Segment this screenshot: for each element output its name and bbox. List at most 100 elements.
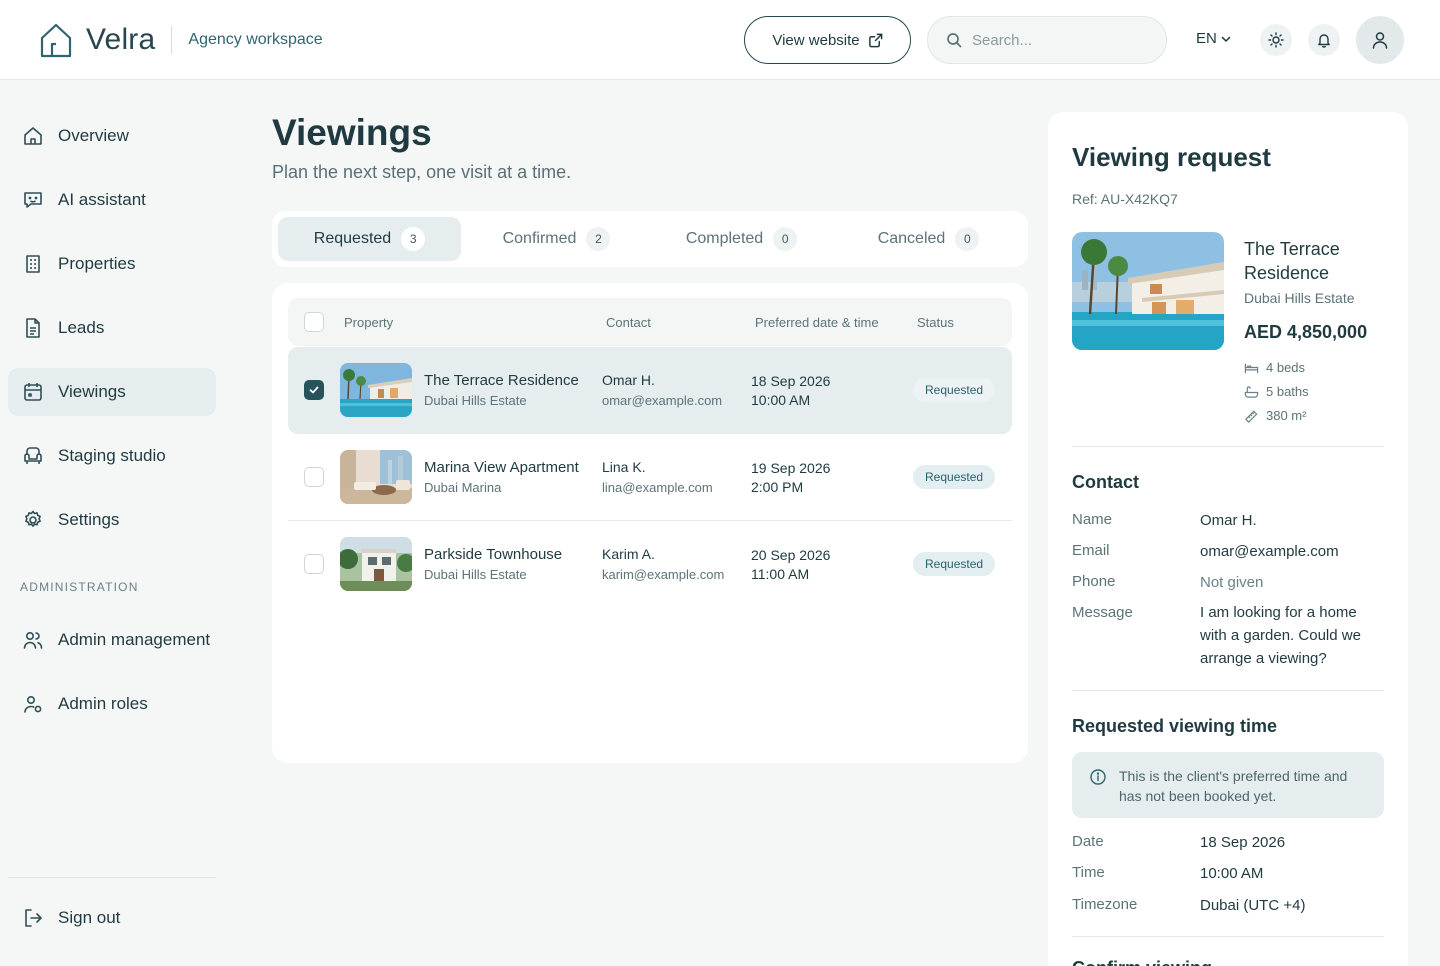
external-link-icon bbox=[868, 33, 882, 47]
user-avatar-button[interactable] bbox=[1356, 16, 1404, 64]
column-header-date[interactable]: Preferred date & time bbox=[755, 315, 879, 330]
gear-icon bbox=[25, 510, 41, 527]
confirm-viewing-heading: Confirm viewing bbox=[1072, 958, 1212, 966]
tab-confirmed[interactable]: Confirmed 2 bbox=[465, 217, 648, 261]
feature-beds: 4 beds bbox=[1244, 360, 1305, 375]
requested-time-heading: Requested viewing time bbox=[1072, 716, 1278, 736]
brand[interactable]: Velra Agency workspace bbox=[38, 22, 323, 58]
column-header-property[interactable]: Property bbox=[344, 315, 393, 330]
time-date-value: 18 Sep 2026 bbox=[1200, 834, 1286, 851]
user-role-icon bbox=[24, 695, 42, 713]
contact-name: Lina K. bbox=[602, 459, 646, 475]
calendar-icon bbox=[24, 383, 42, 401]
home-icon bbox=[24, 127, 42, 145]
property-thumbnail bbox=[340, 363, 412, 417]
time-date-label: Date bbox=[1072, 833, 1104, 850]
contact-email: lina@example.com bbox=[602, 480, 713, 495]
property-name: Marina View Apartment bbox=[424, 459, 579, 476]
tab-count-badge: 0 bbox=[773, 227, 798, 251]
view-website-label: View website bbox=[772, 31, 860, 49]
page-subtitle: Plan the next step, one visit at a time. bbox=[272, 162, 572, 182]
tab-completed[interactable]: Completed 0 bbox=[650, 217, 833, 261]
contact-email-value[interactable]: omar@example.com bbox=[1200, 540, 1384, 563]
status-badge: Requested bbox=[913, 552, 996, 576]
users-icon bbox=[23, 631, 43, 649]
sidebar-item-viewings[interactable]: Viewings bbox=[8, 368, 216, 416]
sidebar-item-label: Admin roles bbox=[58, 694, 148, 713]
panel-divider bbox=[1072, 690, 1384, 691]
bell-icon bbox=[1318, 34, 1330, 48]
column-header-contact[interactable]: Contact bbox=[606, 315, 651, 330]
sidebar-item-staging-studio[interactable]: Staging studio bbox=[8, 432, 216, 480]
panel-divider bbox=[1072, 936, 1384, 937]
sidebar-item-admin-roles[interactable]: Admin roles bbox=[8, 680, 216, 728]
sign-out-icon bbox=[25, 909, 42, 927]
info-note-text: This is the client's preferred time and … bbox=[1119, 768, 1348, 804]
check-icon bbox=[309, 386, 319, 394]
status-tabs: Requested 3 Confirmed 2 Completed 0 Canc… bbox=[272, 211, 1028, 267]
sidebar-item-label: Viewings bbox=[58, 382, 126, 401]
sign-out-label: Sign out bbox=[58, 908, 121, 927]
notifications-button[interactable] bbox=[1308, 24, 1340, 56]
tab-requested[interactable]: Requested 3 bbox=[278, 217, 461, 261]
contact-email: karim@example.com bbox=[602, 567, 725, 582]
tab-canceled[interactable]: Canceled 0 bbox=[837, 217, 1020, 261]
language-label: EN bbox=[1196, 30, 1217, 47]
select-all-checkbox[interactable] bbox=[304, 312, 324, 332]
time-time-value: 10:00 AM bbox=[1200, 865, 1264, 882]
detail-property-location: Dubai Hills Estate bbox=[1244, 290, 1355, 306]
search-input[interactable]: Search... bbox=[927, 16, 1167, 64]
row-checkbox[interactable] bbox=[304, 554, 324, 574]
preferred-date: 19 Sep 2026 bbox=[751, 460, 831, 476]
sidebar-divider bbox=[8, 877, 216, 878]
sidebar: Overview AI assistant Properties Leads V… bbox=[8, 80, 216, 966]
theme-toggle-button[interactable] bbox=[1260, 24, 1292, 56]
detail-price: AED 4,850,000 bbox=[1244, 322, 1368, 342]
info-icon bbox=[1090, 769, 1106, 785]
sidebar-item-label: Properties bbox=[58, 254, 136, 273]
contact-phone-value: Not given bbox=[1200, 574, 1264, 591]
feature-label: 380 m² bbox=[1266, 408, 1307, 423]
property-thumbnail bbox=[340, 537, 412, 591]
preferred-time: 2:00 PM bbox=[751, 479, 804, 495]
row-checkbox[interactable] bbox=[304, 467, 324, 487]
sidebar-item-settings[interactable]: Settings bbox=[8, 496, 216, 544]
tab-count-badge: 0 bbox=[955, 227, 980, 251]
armchair-icon bbox=[24, 447, 42, 464]
sidebar-item-properties[interactable]: Properties bbox=[8, 240, 216, 288]
sidebar-item-label: Admin management bbox=[58, 630, 211, 649]
sign-out-button[interactable]: Sign out bbox=[8, 894, 216, 942]
feature-label: 4 beds bbox=[1266, 360, 1306, 375]
tab-label: Canceled bbox=[877, 230, 946, 247]
search-icon bbox=[947, 33, 962, 48]
table-row[interactable]: Parkside Townhouse Dubai Hills Estate Ka… bbox=[288, 521, 1012, 608]
document-icon bbox=[26, 318, 40, 338]
sidebar-item-leads[interactable]: Leads bbox=[8, 304, 216, 352]
view-website-button[interactable]: View website bbox=[744, 16, 911, 64]
sidebar-item-overview[interactable]: Overview bbox=[8, 112, 216, 160]
status-badge: Requested bbox=[913, 378, 996, 402]
top-bar: Velra Agency workspace View website Sear… bbox=[0, 0, 1440, 80]
feature-baths: 5 baths bbox=[1244, 384, 1309, 399]
contact-name-label: Name bbox=[1072, 511, 1113, 528]
contact-email-label: Email bbox=[1072, 542, 1110, 559]
page-title: Viewings bbox=[272, 112, 432, 153]
sidebar-item-admin-management[interactable]: Admin management bbox=[8, 616, 216, 664]
tab-label: Confirmed bbox=[502, 230, 577, 247]
row-checkbox[interactable] bbox=[304, 380, 324, 400]
column-header-status[interactable]: Status bbox=[917, 315, 954, 330]
sidebar-item-label: Staging studio bbox=[58, 446, 166, 465]
language-selector[interactable]: EN bbox=[1196, 30, 1232, 47]
contact-message-label: Message bbox=[1072, 604, 1133, 621]
ruler-icon bbox=[1245, 410, 1258, 423]
sidebar-item-ai-assistant[interactable]: AI assistant bbox=[8, 176, 216, 224]
table-row[interactable]: The Terrace Residence Dubai Hills Estate… bbox=[288, 347, 1012, 434]
preferred-time: 10:00 AM bbox=[751, 392, 811, 408]
tab-count-badge: 2 bbox=[586, 227, 611, 251]
sidebar-item-label: Settings bbox=[58, 510, 120, 529]
time-timezone-value: Dubai (UTC +4) bbox=[1200, 897, 1306, 914]
chat-bot-icon bbox=[24, 192, 42, 208]
time-time-label: Time bbox=[1072, 864, 1105, 881]
table-row[interactable]: Marina View Apartment Dubai Marina Lina … bbox=[288, 434, 1012, 521]
property-image bbox=[1072, 232, 1224, 350]
